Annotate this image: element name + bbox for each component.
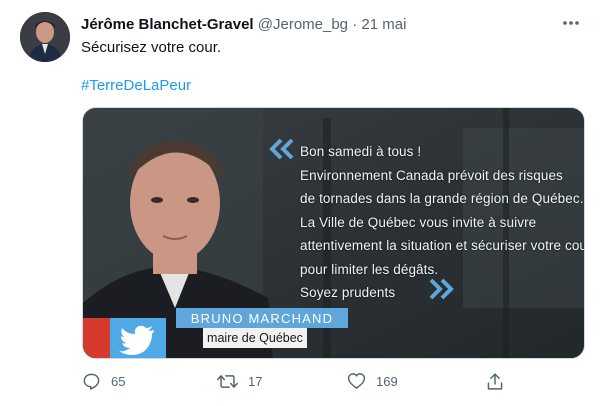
person-title-plate: maire de Québec [203,328,307,348]
more-options-button[interactable] [560,12,582,34]
reply-button[interactable]: 65 [82,372,125,391]
reply-icon [83,373,100,390]
author-handle[interactable]: @Jerome_bg [258,16,348,33]
overlay-line: de tornades dans la grande région de Qué… [300,191,584,206]
tweet[interactable]: Jérôme Blanchet-Gravel @Jerome_bg · 21 m… [0,0,600,406]
like-button[interactable]: 169 [347,372,398,390]
tweet-text: Sécurisez votre cour. [81,39,222,56]
reply-count: 65 [111,374,126,389]
avatar[interactable] [20,12,70,62]
retweet-button[interactable]: 17 [217,372,262,391]
red-graphic [83,318,110,358]
chevron-left-icon [269,138,294,160]
separator-dot: · [352,16,358,33]
overlay-line: La Ville de Québec vous invite à suivre [300,214,537,230]
share-icon [487,373,503,390]
tweet-actions: 65 17 169 [82,372,512,394]
overlay-line: Bon samedi à tous ! [300,144,422,159]
overlay-line: Environnement Canada prévoit des risques [300,167,563,183]
retweet-icon [217,375,238,388]
tweet-media[interactable]: Bon samedi à tous ! Environnement Canada… [82,107,585,359]
hashtag-link[interactable]: #TerreDeLaPeur [81,76,191,96]
twitter-badge [110,318,166,358]
overlay-line: attentivement la situation et sécuriser … [300,238,585,253]
person-name-plate: BRUNO MARCHAND [176,308,348,328]
retweet-count: 17 [248,374,263,389]
share-button[interactable] [486,372,504,391]
more-icon [563,21,579,25]
twitter-bird-icon [119,325,154,355]
chevron-right-icon [429,278,454,300]
like-icon [347,373,366,389]
tweet-header: Jérôme Blanchet-Gravel @Jerome_bg · 21 m… [81,15,406,35]
like-count: 169 [376,373,398,389]
author-name[interactable]: Jérôme Blanchet-Gravel [81,16,254,33]
tweet-date[interactable]: 21 mai [361,16,406,33]
